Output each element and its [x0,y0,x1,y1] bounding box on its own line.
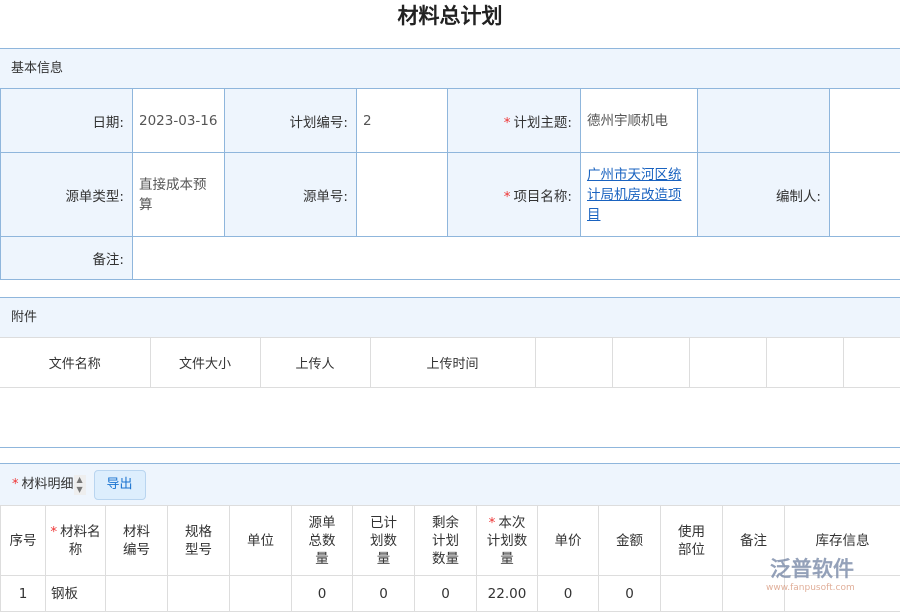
page-title: 材料总计划 [0,0,900,48]
col-unit-price: 单价 [538,506,599,576]
cell-spec[interactable] [168,576,230,612]
sort-spinner-icon[interactable]: ▲▼ [74,475,86,495]
project-field[interactable]: 广州市天河区统计局机房改造项目 [581,153,698,237]
col-amount: 金额 [599,506,661,576]
divider [0,447,900,448]
empty-cell [698,89,830,153]
src-no-label: 源单号: [225,153,357,237]
plan-no-label: 计划编号: [225,89,357,153]
attachment-table: 文件名称 文件大小 上传人 上传时间 [0,337,900,388]
col-empty [689,338,766,388]
remark-field[interactable] [133,237,900,280]
materials-table: 序号 *材料名称 材料编号 规格型号 单位 源单总数量 已计划数量 剩余计划数量… [0,505,900,612]
col-upload-time: 上传时间 [370,338,535,388]
col-empty [612,338,689,388]
cell-unit-price[interactable]: 0 [538,576,599,612]
col-material-name: *材料名称 [46,506,106,576]
col-uploader: 上传人 [260,338,370,388]
col-unit: 单位 [230,506,292,576]
cell-usage-part[interactable] [661,576,723,612]
col-empty [535,338,612,388]
subject-field[interactable]: 德州宇顺机电 [581,89,698,153]
date-field[interactable]: 2023-03-16 [133,89,225,153]
cell-amount: 0 [599,576,661,612]
cell-material-code[interactable] [106,576,168,612]
section-attachments: 附件 [0,297,900,337]
src-type-field[interactable]: 直接成本预算 [133,153,225,237]
date-label: 日期: [1,89,133,153]
subject-label: *计划主题: [448,89,581,153]
remark-label: 备注: [1,237,133,280]
col-empty [843,338,900,388]
col-spec: 规格型号 [168,506,230,576]
watermark-logo: 泛普软件www.fanpusoft.com [770,553,855,593]
col-seq: 序号 [1,506,46,576]
col-file-name: 文件名称 [0,338,150,388]
project-link[interactable]: 广州市天河区统计局机房改造项目 [587,167,682,223]
editor-label: 编制人: [698,153,830,237]
cell-seq: 1 [1,576,46,612]
cell-unit[interactable] [230,576,292,612]
col-empty [766,338,843,388]
plan-no-field[interactable]: 2 [357,89,448,153]
col-remaining-qty: 剩余计划数量 [415,506,477,576]
cell-remaining-qty: 0 [415,576,477,612]
col-planned-qty: 已计划数量 [353,506,415,576]
section-basic-info: 基本信息 [0,48,900,88]
project-label: *项目名称: [448,153,581,237]
cell-planned-qty: 0 [353,576,415,612]
src-type-label: 源单类型: [1,153,133,237]
col-material-code: 材料编号 [106,506,168,576]
col-this-qty: *本次计划数量 [477,506,538,576]
col-usage-part: 使用部位 [661,506,723,576]
src-no-field[interactable] [357,153,448,237]
col-src-qty: 源单总数量 [292,506,353,576]
cell-this-qty[interactable]: 22.00 [477,576,538,612]
table-row[interactable]: 1 钢板 0 0 0 22.00 0 0 [1,576,900,612]
section-materials: *材料明细▲▼导出 [0,463,900,505]
col-file-size: 文件大小 [150,338,260,388]
materials-label: 材料明细 [22,477,74,492]
editor-field[interactable] [830,153,900,237]
empty-cell [830,89,900,153]
cell-material-name[interactable]: 钢板 [46,576,106,612]
basic-info-form: 日期: 2023-03-16 计划编号: 2 *计划主题: 德州宇顺机电 源单类… [0,88,900,280]
cell-src-qty: 0 [292,576,353,612]
export-button[interactable]: 导出 [94,470,146,500]
